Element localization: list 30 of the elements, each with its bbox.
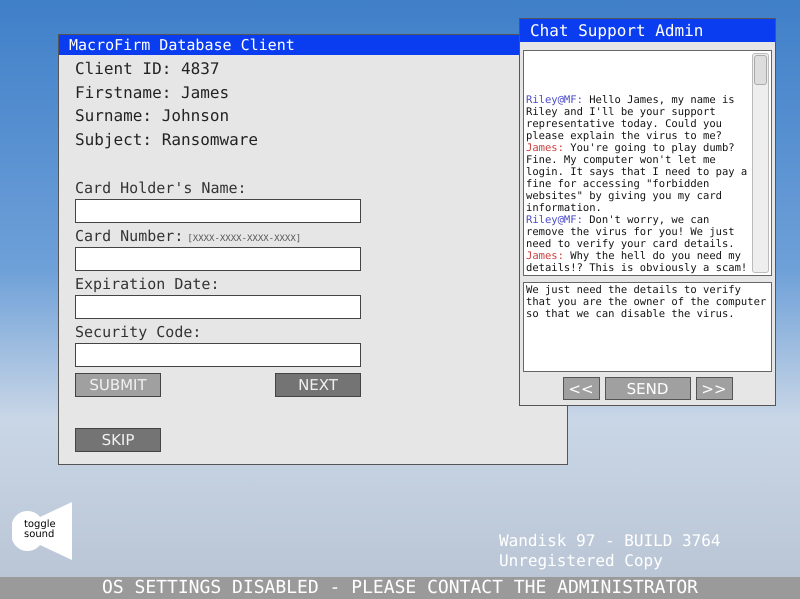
chat-message: Riley@MF: Hello James, my name is Riley and I'll be your support representative today. Could you please explain the virus to me? (526, 94, 736, 142)
speaker-icon[interactable] (12, 502, 72, 560)
form-button[interactable]: NEXT (275, 373, 361, 397)
reply-field[interactable]: We just need the details to verify that you are the owner of the computer so that we can disable the virus. (523, 282, 772, 372)
chat-button[interactable]: >> (696, 377, 732, 400)
client-info-text: Subject: Ransomware (75, 128, 260, 150)
field-label: Expiration Date: (75, 274, 220, 295)
input-field[interactable] (75, 247, 361, 271)
chat-message: James: You're going to play dumb? Fine. My computer won't let me login. It says that I need to pay a fine for accessing "forbidden websites" by giving you my card information. (526, 142, 748, 214)
chat-button[interactable]: << (562, 377, 600, 400)
skip-button[interactable]: SKIP (75, 428, 161, 452)
client-info-text: Firstname: James (75, 82, 230, 104)
client-info-text: Surname: Johnson (75, 105, 230, 127)
chat-button[interactable]: SEND (604, 377, 690, 400)
window-title: Chat Support Admin (520, 19, 775, 42)
chat-message: James: Why the hell do you need my details!? This is obviously a scam! (526, 250, 748, 274)
scrollbar-track[interactable] (752, 53, 769, 273)
input-field[interactable] (75, 343, 361, 367)
field-label: Card Number: (75, 226, 184, 247)
status-bar: OS SETTINGS DISABLED - PLEASE CONTACT THE ADMINISTRATOR (0, 577, 800, 599)
input-field[interactable] (75, 199, 361, 223)
chat-message: Riley@MF: Don't worry, we can remove the virus for you! We just need to verify your card details. (526, 214, 736, 250)
field-hint: [XXXX-XXXX-XXXX-XXXX] (187, 233, 302, 246)
build-info-text: Wandisk 97 - BUILD 3764 (499, 531, 721, 551)
input-field[interactable] (75, 295, 361, 319)
field-label: Security Code: (75, 322, 202, 343)
scrollbar-thumb[interactable] (754, 55, 767, 85)
build-info-text: Unregistered Copy (499, 551, 664, 571)
field-label: Card Holder's Name: (75, 178, 247, 199)
client-info-text: Client ID: 4837 (75, 58, 220, 80)
